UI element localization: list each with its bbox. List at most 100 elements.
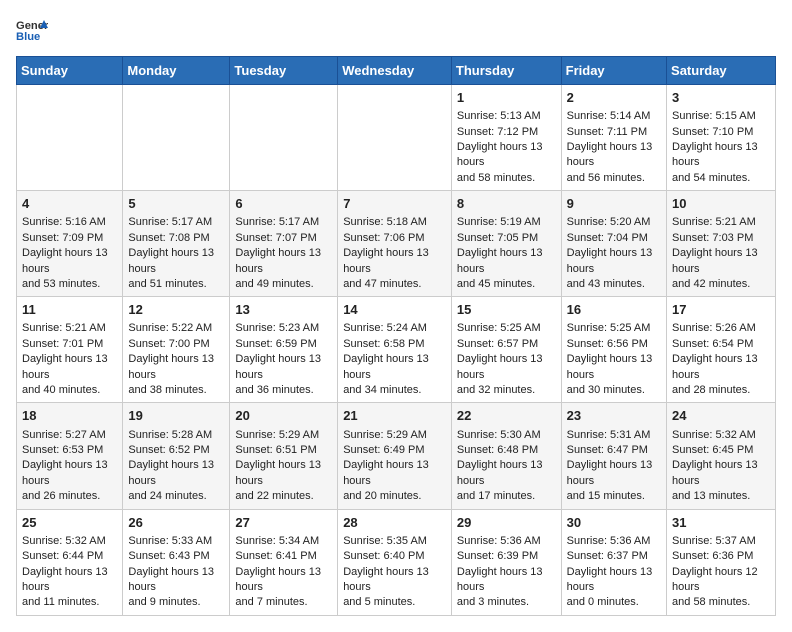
day-number: 30 <box>567 514 661 532</box>
day-number: 20 <box>235 407 332 425</box>
calendar-cell: 11Sunrise: 5:21 AMSunset: 7:01 PMDayligh… <box>17 297 123 403</box>
cell-info-line: and 45 minutes. <box>457 277 556 292</box>
cell-info-line: Daylight hours 13 hours <box>343 565 446 596</box>
cell-info-line: Sunrise: 5:30 AM <box>457 428 556 443</box>
cell-info-line: and 22 minutes. <box>235 489 332 504</box>
cell-info-line: Daylight hours 13 hours <box>672 246 770 277</box>
cell-info-line: and 26 minutes. <box>22 489 117 504</box>
day-number: 21 <box>343 407 446 425</box>
day-header-tuesday: Tuesday <box>230 57 338 85</box>
cell-info-line: Daylight hours 13 hours <box>567 352 661 383</box>
day-number: 16 <box>567 301 661 319</box>
day-number: 26 <box>128 514 224 532</box>
cell-info-line: Sunrise: 5:18 AM <box>343 215 446 230</box>
cell-info-line: and 51 minutes. <box>128 277 224 292</box>
cell-info-line: Daylight hours 13 hours <box>672 458 770 489</box>
day-number: 2 <box>567 89 661 107</box>
cell-info-line: Sunset: 7:07 PM <box>235 231 332 246</box>
day-number: 28 <box>343 514 446 532</box>
calendar-cell: 9 Sunrise: 5:20 AMSunset: 7:04 PMDaylight… <box>561 191 666 297</box>
cell-info-line: Daylight hours 13 hours <box>128 565 224 596</box>
cell-info-line: Daylight hours 13 hours <box>343 246 446 277</box>
cell-info-line: Daylight hours 13 hours <box>567 246 661 277</box>
day-header-wednesday: Wednesday <box>338 57 452 85</box>
day-number: 23 <box>567 407 661 425</box>
cell-info-line: Sunrise: 5:20 AM <box>567 215 661 230</box>
cell-info-line: Sunrise: 5:24 AM <box>343 321 446 336</box>
cell-info-line: Sunrise: 5:21 AM <box>672 215 770 230</box>
cell-info-line: Daylight hours 13 hours <box>22 246 117 277</box>
day-number: 14 <box>343 301 446 319</box>
day-header-monday: Monday <box>123 57 230 85</box>
calendar-cell: 18Sunrise: 5:27 AMSunset: 6:53 PMDayligh… <box>17 403 123 509</box>
cell-info-line: Sunset: 6:39 PM <box>457 549 556 564</box>
cell-info-line: Sunset: 6:45 PM <box>672 443 770 458</box>
day-number: 24 <box>672 407 770 425</box>
cell-info-line: Sunrise: 5:31 AM <box>567 428 661 443</box>
cell-info-line: Daylight hours 13 hours <box>22 352 117 383</box>
cell-info-line: Sunset: 7:05 PM <box>457 231 556 246</box>
day-number: 1 <box>457 89 556 107</box>
day-number: 5 <box>128 195 224 213</box>
cell-info-line: and 15 minutes. <box>567 489 661 504</box>
cell-info-line: Sunrise: 5:28 AM <box>128 428 224 443</box>
cell-info-line: and 11 minutes. <box>22 595 117 610</box>
cell-info-line: Sunset: 7:04 PM <box>567 231 661 246</box>
day-header-sunday: Sunday <box>17 57 123 85</box>
calendar-cell: 26Sunrise: 5:33 AMSunset: 6:43 PMDayligh… <box>123 509 230 615</box>
calendar-cell: 22Sunrise: 5:30 AMSunset: 6:48 PMDayligh… <box>451 403 561 509</box>
cell-info-line: and 7 minutes. <box>235 595 332 610</box>
cell-info-line: Daylight hours 13 hours <box>343 352 446 383</box>
cell-info-line: and 17 minutes. <box>457 489 556 504</box>
calendar-cell: 5Sunrise: 5:17 AMSunset: 7:08 PMDaylight… <box>123 191 230 297</box>
cell-info-line: Daylight hours 13 hours <box>457 352 556 383</box>
cell-info-line: Sunset: 6:43 PM <box>128 549 224 564</box>
cell-info-line: Sunset: 6:37 PM <box>567 549 661 564</box>
calendar-cell: 17Sunrise: 5:26 AMSunset: 6:54 PMDayligh… <box>667 297 776 403</box>
day-number: 18 <box>22 407 117 425</box>
calendar-cell: 29Sunrise: 5:36 AMSunset: 6:39 PMDayligh… <box>451 509 561 615</box>
cell-info-line: Sunrise: 5:27 AM <box>22 428 117 443</box>
calendar-cell <box>17 85 123 191</box>
calendar-cell: 25Sunrise: 5:32 AMSunset: 6:44 PMDayligh… <box>17 509 123 615</box>
cell-info-line: and 58 minutes. <box>672 595 770 610</box>
cell-info-line: Daylight hours 13 hours <box>567 565 661 596</box>
cell-info-line: and 36 minutes. <box>235 383 332 398</box>
cell-info-line: and 32 minutes. <box>457 383 556 398</box>
day-number: 17 <box>672 301 770 319</box>
cell-info-line: and 3 minutes. <box>457 595 556 610</box>
day-header-friday: Friday <box>561 57 666 85</box>
cell-info-line: Sunrise: 5:17 AM <box>128 215 224 230</box>
calendar-week-5: 25Sunrise: 5:32 AMSunset: 6:44 PMDayligh… <box>17 509 776 615</box>
calendar-cell: 31Sunrise: 5:37 AMSunset: 6:36 PMDayligh… <box>667 509 776 615</box>
cell-info-line: Sunset: 7:12 PM <box>457 125 556 140</box>
day-number: 19 <box>128 407 224 425</box>
logo: General Blue <box>16 16 48 44</box>
cell-info-line: Sunrise: 5:15 AM <box>672 109 770 124</box>
day-number: 25 <box>22 514 117 532</box>
cell-info-line: Sunset: 7:00 PM <box>128 337 224 352</box>
cell-info-line: and 5 minutes. <box>343 595 446 610</box>
calendar-cell <box>123 85 230 191</box>
cell-info-line: Sunset: 6:48 PM <box>457 443 556 458</box>
cell-info-line: Sunset: 6:58 PM <box>343 337 446 352</box>
cell-info-line: Sunset: 6:56 PM <box>567 337 661 352</box>
day-number: 22 <box>457 407 556 425</box>
cell-info-line: and 24 minutes. <box>128 489 224 504</box>
calendar-cell: 16Sunrise: 5:25 AMSunset: 6:56 PMDayligh… <box>561 297 666 403</box>
logo-icon: General Blue <box>16 16 48 44</box>
cell-info-line: and 0 minutes. <box>567 595 661 610</box>
day-number: 3 <box>672 89 770 107</box>
cell-info-line: and 13 minutes. <box>672 489 770 504</box>
day-number: 8 <box>457 195 556 213</box>
day-number: 9 <box>567 195 661 213</box>
calendar-cell: 13Sunrise: 5:23 AMSunset: 6:59 PMDayligh… <box>230 297 338 403</box>
cell-info-line: Sunset: 7:01 PM <box>22 337 117 352</box>
calendar-cell: 21Sunrise: 5:29 AMSunset: 6:49 PMDayligh… <box>338 403 452 509</box>
cell-info-line: Sunrise: 5:29 AM <box>235 428 332 443</box>
cell-info-line: Sunset: 6:40 PM <box>343 549 446 564</box>
cell-info-line: Daylight hours 13 hours <box>128 352 224 383</box>
cell-info-line: Daylight hours 13 hours <box>235 565 332 596</box>
cell-info-line: Sunrise: 5:21 AM <box>22 321 117 336</box>
cell-info-line: Sunrise: 5:16 AM <box>22 215 117 230</box>
